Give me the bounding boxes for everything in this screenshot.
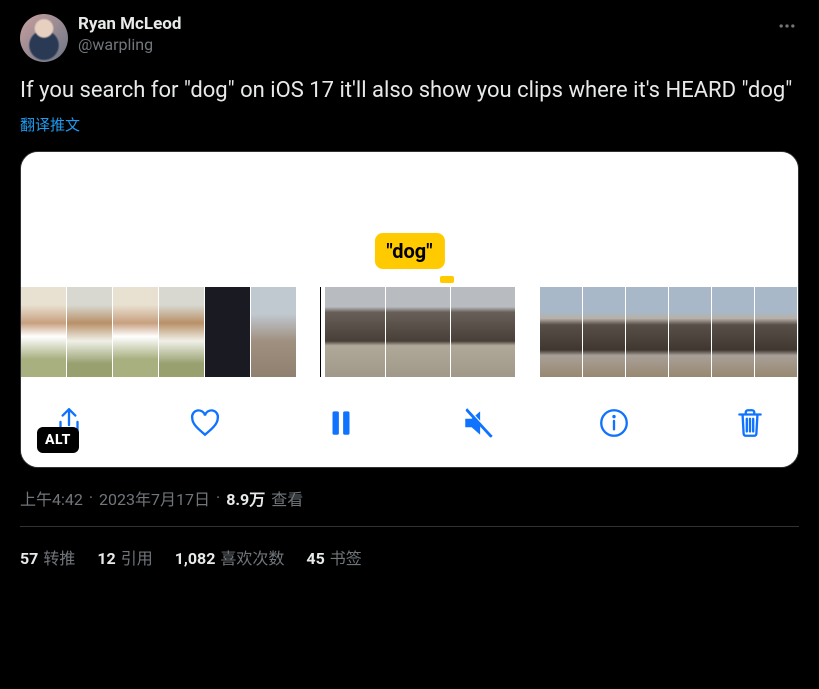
more-button[interactable] <box>769 8 805 44</box>
clip-group-2[interactable] <box>321 287 515 379</box>
info-icon <box>597 406 631 440</box>
user-handle[interactable]: @warpling <box>78 35 759 54</box>
stat-label: 引用 <box>121 549 153 568</box>
meta-separator: · <box>216 488 220 507</box>
post-date[interactable]: 2023年7月17日 <box>99 486 210 510</box>
clip-thumb[interactable] <box>626 287 668 377</box>
clip-thumb[interactable] <box>205 287 250 377</box>
clip-group-1[interactable] <box>21 287 296 379</box>
mute-button[interactable] <box>458 403 498 443</box>
search-chip: "dog" <box>374 233 444 269</box>
clip-thumb[interactable] <box>583 287 625 377</box>
trash-icon <box>733 406 767 440</box>
clip-group-3[interactable] <box>540 287 797 379</box>
info-button[interactable] <box>594 403 634 443</box>
stat-count: 12 <box>97 549 115 568</box>
tweet-text: If you search for "dog" on iOS 17 it'll … <box>20 76 799 106</box>
speaker-muted-icon <box>461 406 495 440</box>
meta-row: 上午4:42 · 2023年7月17日 · 8.9万 查看 <box>20 486 799 510</box>
stats-row: 57 转推 12 引用 1,082喜欢次数 45 书签 <box>20 527 799 569</box>
more-icon <box>777 16 797 36</box>
stat-count: 1,082 <box>175 549 216 568</box>
clip-thumb[interactable] <box>159 287 204 377</box>
clip-thumb[interactable] <box>113 287 158 377</box>
clip-thumb[interactable] <box>540 287 582 377</box>
stat-count: 57 <box>20 549 38 568</box>
views-count: 8.9万 <box>226 486 265 510</box>
stat-label: 喜欢次数 <box>220 549 284 568</box>
stat-likes[interactable]: 1,082喜欢次数 <box>175 545 285 569</box>
search-tick-marker <box>440 276 454 283</box>
clip-thumb[interactable] <box>386 287 450 377</box>
stat-count: 45 <box>306 549 324 568</box>
media-preview-top: "dog" <box>21 152 798 287</box>
tweet-container: Ryan McLeod @warpling If you search for … <box>0 0 819 569</box>
post-time[interactable]: 上午4:42 <box>20 486 83 510</box>
clip-thumb[interactable] <box>669 287 711 377</box>
stat-label: 转推 <box>43 549 75 568</box>
clip-thumb[interactable] <box>755 287 797 377</box>
heart-icon <box>188 406 222 440</box>
translate-link[interactable]: 翻译推文 <box>20 114 80 135</box>
meta-separator: · <box>89 488 93 507</box>
stat-retweets[interactable]: 57 转推 <box>20 545 75 569</box>
clip-thumb[interactable] <box>321 287 385 377</box>
user-block: Ryan McLeod @warpling <box>78 14 759 54</box>
clip-thumb[interactable] <box>21 287 66 377</box>
clip-thumb[interactable] <box>712 287 754 377</box>
tweet-header: Ryan McLeod @warpling <box>20 14 799 62</box>
pause-icon <box>324 406 358 440</box>
delete-button[interactable] <box>730 403 770 443</box>
clip-thumb[interactable] <box>67 287 112 377</box>
pause-button[interactable] <box>321 403 361 443</box>
clip-timeline[interactable] <box>21 287 798 385</box>
alt-badge[interactable]: ALT <box>37 427 79 453</box>
display-name[interactable]: Ryan McLeod <box>78 14 759 34</box>
media-toolbar <box>21 385 798 467</box>
stat-label: 书签 <box>330 549 362 568</box>
views-label: 查看 <box>271 486 303 510</box>
clip-thumb[interactable] <box>451 287 515 377</box>
avatar[interactable] <box>20 14 68 62</box>
stat-bookmarks[interactable]: 45 书签 <box>306 545 361 569</box>
like-button[interactable] <box>185 403 225 443</box>
media-card[interactable]: "dog" <box>20 151 799 468</box>
stat-quotes[interactable]: 12 引用 <box>97 545 152 569</box>
clip-thumb[interactable] <box>251 287 296 377</box>
